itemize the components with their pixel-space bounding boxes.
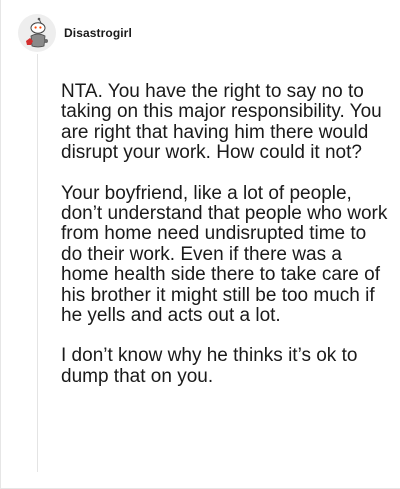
snoo-avatar-icon[interactable] (18, 14, 56, 52)
thread-line[interactable] (37, 54, 38, 472)
comment-paragraph-1: NTA. You have the right to say no to tak… (61, 81, 382, 164)
comment-card: Disastrogirl NTA. You have the right to … (0, 0, 400, 489)
username-link[interactable]: Disastrogirl (64, 26, 132, 40)
comment-header: Disastrogirl (18, 14, 132, 52)
comment-body: NTA. You have the right to say no to tak… (61, 81, 391, 407)
comment-paragraph-2: Your boyfriend, like a lot of people, do… (61, 182, 388, 327)
comment-paragraph-3: I don’t know why he thinks it’s ok to du… (61, 345, 358, 387)
